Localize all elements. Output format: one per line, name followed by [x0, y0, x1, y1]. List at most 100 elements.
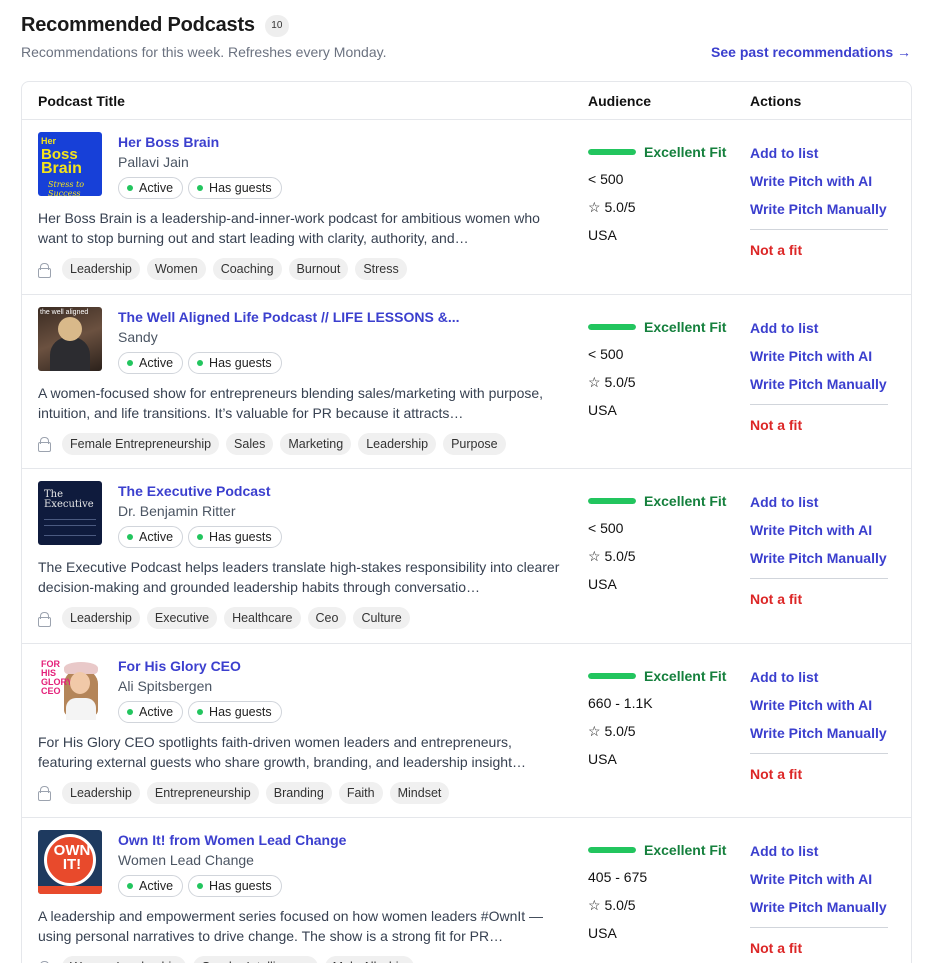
fit-label: Excellent Fit [644, 318, 727, 335]
add-to-list-link[interactable]: Add to list [750, 843, 888, 871]
add-to-list-link[interactable]: Add to list [750, 320, 888, 348]
write-pitch-manually-link[interactable]: Write Pitch Manually [750, 725, 888, 753]
add-to-list-link[interactable]: Add to list [750, 669, 888, 697]
write-pitch-manually-link[interactable]: Write Pitch Manually [750, 201, 888, 229]
guests-text: Has guests [209, 530, 272, 544]
podcast-title-link[interactable]: Her Boss Brain [118, 134, 219, 150]
podcast-cover-image: FOR HIS GLORY CEO [38, 655, 102, 720]
topic-tag: Culture [353, 607, 410, 629]
divider [750, 578, 888, 579]
topic-tag: Gender Intelligence [193, 956, 318, 963]
guests-text: Has guests [209, 181, 272, 195]
fit-bar [588, 323, 636, 330]
table-header: Podcast Title Audience Actions [22, 82, 911, 120]
cover-text: FOR HIS GLORY CEO [41, 658, 73, 696]
page-header: Recommended Podcasts 10 Recommendations … [21, 14, 911, 60]
add-to-list-link[interactable]: Add to list [750, 494, 888, 522]
write-pitch-ai-link[interactable]: Write Pitch with AI [750, 348, 888, 376]
lock-icon [38, 262, 51, 278]
podcast-row: The Executive The Executive Podcast Dr. Ben… [22, 469, 911, 644]
not-a-fit-link[interactable]: Not a fit [750, 940, 888, 956]
row-actions: Add to list Write Pitch with AI Write Pitc… [750, 843, 888, 956]
fit-indicator: Excellent Fit [588, 842, 726, 858]
cover-text: Her [41, 136, 57, 146]
fit-label: Excellent Fit [644, 842, 727, 858]
status-dot-icon [197, 185, 204, 191]
topic-tag: Leadership [62, 607, 140, 629]
tag-list: Female Entrepreneurship Sales Marketing Lea… [38, 432, 506, 455]
topic-tag: Male Allyship [324, 956, 414, 963]
audience-info: Excellent Fit < 500 ☆ 5.0/5 USA [588, 493, 726, 593]
status-dot-icon [127, 185, 133, 191]
podcast-title-link[interactable]: The Executive Podcast [118, 483, 271, 499]
not-a-fit-link[interactable]: Not a fit [750, 417, 888, 433]
divider [750, 229, 888, 230]
topic-tag: Coaching [212, 258, 282, 280]
podcast-cover-image: The Executive [38, 481, 102, 545]
cover-text: Brain [41, 160, 82, 177]
write-pitch-ai-link[interactable]: Write Pitch with AI [750, 173, 888, 201]
podcast-description: A women-focused show for entrepreneurs b… [38, 384, 544, 421]
status-dot-icon [197, 883, 204, 889]
not-a-fit-link[interactable]: Not a fit [750, 591, 888, 607]
status-badge-active: Active [118, 875, 184, 897]
audience-info: Excellent Fit < 500 ☆ 5.0/5 USA [588, 319, 726, 419]
topic-tag: Women Leadership [62, 956, 187, 963]
cover-text: the well aligned [40, 308, 89, 316]
audience-info: Excellent Fit < 500 ☆ 5.0/5 USA [588, 144, 726, 244]
status-badge-guests: Has guests [188, 526, 282, 548]
cover-text: OWN IT! [53, 842, 91, 873]
column-header-title: Podcast Title [38, 93, 125, 109]
status-dot-icon [127, 708, 133, 715]
country: USA [588, 576, 617, 592]
fit-bar [588, 498, 636, 504]
status-dot-icon [127, 359, 133, 366]
guests-text: Has guests [209, 355, 272, 370]
podcast-host: Women Lead Change [118, 852, 254, 868]
see-past-recommendations-link[interactable]: See past recommendations → [711, 44, 911, 60]
fit-indicator: Excellent Fit [588, 319, 726, 335]
fit-indicator: Excellent Fit [588, 493, 726, 509]
write-pitch-ai-link[interactable]: Write Pitch with AI [750, 522, 888, 550]
topic-tag: Sales [226, 432, 274, 455]
topic-tag: Leadership [62, 781, 140, 804]
write-pitch-manually-link[interactable]: Write Pitch Manually [750, 376, 888, 404]
audience-size: 660 - 1.1K [588, 694, 653, 711]
topic-tag: Female Entrepreneurship [62, 432, 220, 455]
podcast-host: Dr. Benjamin Ritter [118, 503, 236, 519]
topic-tag: Ceo [307, 607, 347, 629]
status-badge-guests: Has guests [188, 700, 282, 723]
cover-text: Stress to Success [48, 180, 85, 196]
lock-icon [38, 611, 51, 627]
status-badges: Active Has guests [118, 526, 282, 548]
write-pitch-manually-link[interactable]: Write Pitch Manually [750, 550, 888, 578]
add-to-list-link[interactable]: Add to list [750, 145, 888, 173]
topic-tag: Healthcare [224, 607, 301, 629]
topic-tag: Branding [265, 781, 332, 804]
tag-list: Women Leadership Gender Intelligence Male … [38, 956, 414, 963]
divider [750, 927, 888, 928]
status-badge-active: Active [118, 700, 184, 723]
status-text: Active [139, 355, 174, 370]
table-body: Her Boss Brain Stress to Success Her Boss Br… [22, 120, 911, 963]
write-pitch-manually-link[interactable]: Write Pitch Manually [750, 899, 888, 927]
podcast-row: FOR HIS GLORY CEO For His Glory CEO Ali Sp… [22, 644, 911, 818]
page-subtitle: Recommendations for this week. Refreshes… [21, 44, 387, 60]
not-a-fit-link[interactable]: Not a fit [750, 242, 888, 258]
podcast-title-link[interactable]: Own It! from Women Lead Change [118, 832, 346, 848]
column-header-audience: Audience [588, 93, 652, 109]
podcast-title-link[interactable]: The Well Aligned Life Podcast // LIFE LE… [118, 309, 460, 325]
tag-list: Leadership Women Coaching Burnout Stress [38, 258, 407, 280]
write-pitch-ai-link[interactable]: Write Pitch with AI [750, 697, 888, 725]
not-a-fit-link[interactable]: Not a fit [750, 766, 888, 782]
topic-tag: Faith [338, 781, 383, 804]
fit-bar [588, 847, 636, 853]
tag-list: Leadership Entrepreneurship Branding Faith M… [38, 781, 450, 804]
podcast-title-link[interactable]: For His Glory CEO [118, 658, 241, 674]
fit-label: Excellent Fit [644, 667, 727, 684]
write-pitch-ai-link[interactable]: Write Pitch with AI [750, 871, 888, 899]
topic-tag: Mindset [389, 781, 450, 804]
topic-tag: Leadership [62, 258, 140, 280]
rating: ☆ 5.0/5 [588, 373, 636, 390]
country: USA [588, 227, 617, 243]
